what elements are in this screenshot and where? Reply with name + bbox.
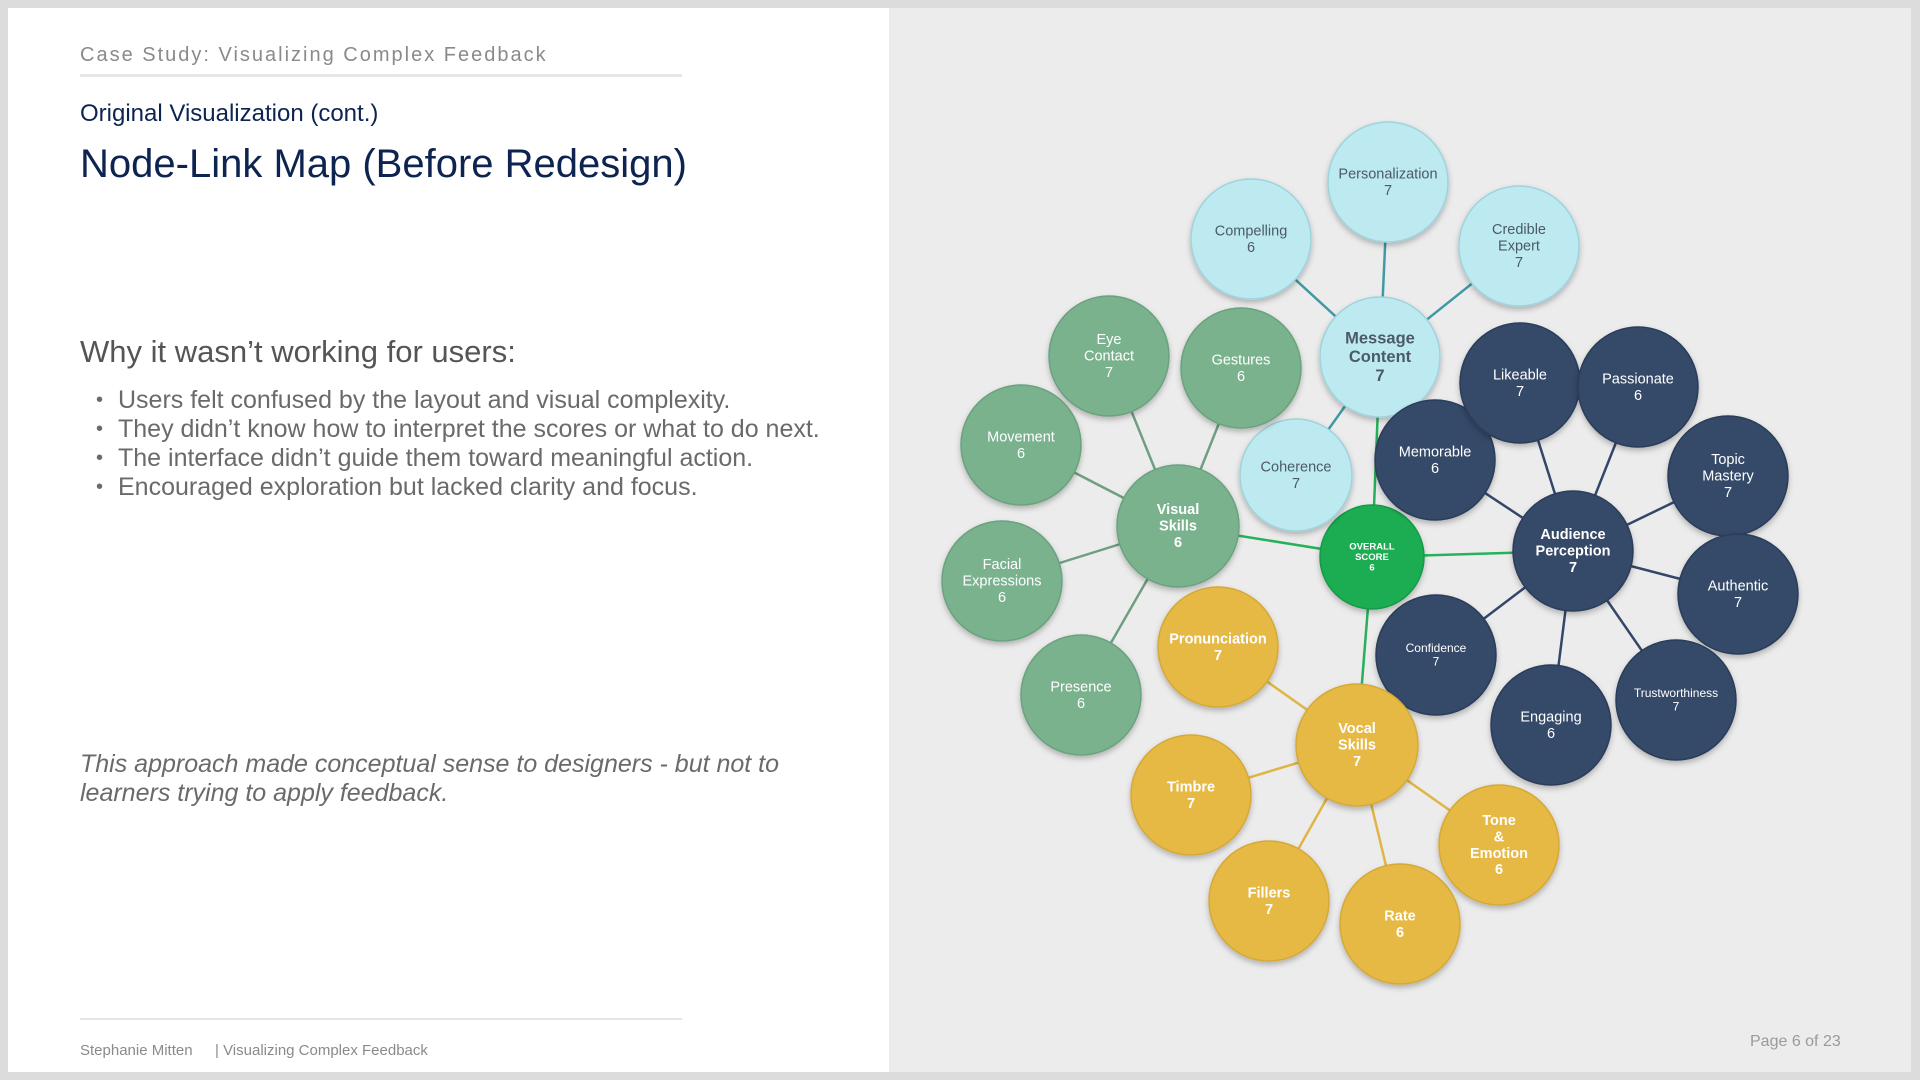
node-name: &: [1494, 829, 1505, 845]
node-name: Fillers: [1248, 885, 1291, 901]
node-score: 6: [1237, 369, 1245, 385]
node-name: SCORE: [1355, 552, 1389, 563]
node-score: 7: [1569, 560, 1577, 576]
node-rate[interactable]: Rate 6: [1339, 863, 1461, 985]
node-score: 7: [1516, 384, 1524, 400]
node-name: Skills: [1338, 738, 1376, 754]
node-trust[interactable]: Trustworthiness 7: [1615, 639, 1737, 761]
node-link-map: OVERALL SCORE 6Message Content 7Personalizat…: [941, 121, 1799, 985]
node-name: Content: [1349, 348, 1412, 366]
node-gestures[interactable]: Gestures 6: [1180, 307, 1302, 429]
node-score: 7: [1724, 485, 1732, 501]
node-name: Presence: [1050, 679, 1111, 695]
node-name: Visual: [1157, 502, 1199, 518]
node-name: Eye: [1097, 332, 1122, 348]
node-personalization[interactable]: Personalization 7: [1327, 121, 1449, 243]
node-passionate[interactable]: Passionate 6: [1577, 326, 1699, 448]
node-credible[interactable]: Credible Expert 7: [1458, 185, 1580, 307]
node-score: 7: [1265, 902, 1273, 918]
node-score: 7: [1353, 754, 1361, 770]
node-name: Authentic: [1708, 578, 1768, 594]
node-score: 6: [1495, 862, 1503, 878]
node-name: Engaging: [1520, 709, 1581, 725]
node-name: Topic: [1711, 452, 1745, 468]
node-name: Tone: [1482, 813, 1516, 829]
node-name: Message: [1345, 330, 1415, 348]
node-score: 6: [1547, 726, 1555, 742]
node-name: Passionate: [1602, 371, 1674, 387]
node-score: 7: [1375, 367, 1384, 385]
node-topic[interactable]: Topic Mastery 7: [1667, 415, 1789, 537]
node-score: 7: [1187, 796, 1195, 812]
node-vocal[interactable]: Vocal Skills 7: [1295, 683, 1419, 807]
node-name: Facial: [983, 557, 1022, 573]
node-name: Vocal: [1338, 721, 1376, 737]
node-score: 7: [1515, 255, 1523, 271]
node-name: Expressions: [963, 574, 1042, 590]
node-name: Memorable: [1399, 444, 1472, 460]
node-score: 6: [1174, 535, 1182, 551]
node-score: 6: [1369, 563, 1374, 574]
node-name: Gestures: [1212, 352, 1271, 368]
node-name: Timbre: [1167, 779, 1215, 795]
node-eye[interactable]: Eye Contact 7: [1048, 295, 1170, 417]
node-name: Emotion: [1470, 846, 1528, 862]
node-visual[interactable]: Visual Skills 6: [1116, 464, 1240, 588]
node-pronunciation[interactable]: Pronunciation 7: [1157, 586, 1279, 708]
node-score: 7: [1433, 655, 1440, 669]
node-score: 6: [1017, 446, 1025, 462]
node-name: Personalization: [1338, 166, 1437, 182]
node-name: Rate: [1384, 908, 1415, 924]
node-message[interactable]: Message Content 7: [1319, 296, 1441, 418]
node-score: 7: [1105, 365, 1113, 381]
node-fillers[interactable]: Fillers 7: [1208, 840, 1330, 962]
node-name: Compelling: [1215, 223, 1288, 239]
node-engaging[interactable]: Engaging 6: [1490, 664, 1612, 786]
node-score: 6: [1431, 461, 1439, 477]
node-name: OVERALL: [1349, 541, 1395, 552]
node-overall[interactable]: OVERALL SCORE 6: [1319, 504, 1425, 610]
node-authentic[interactable]: Authentic 7: [1677, 533, 1799, 655]
node-movement[interactable]: Movement 6: [960, 384, 1082, 506]
nodes-layer: OVERALL SCORE 6Message Content 7Personalizat…: [941, 121, 1799, 985]
node-tone[interactable]: Tone & Emotion 6: [1438, 784, 1560, 906]
node-audience[interactable]: Audience Perception 7: [1512, 490, 1634, 612]
node-score: 7: [1734, 595, 1742, 611]
slide: Case Study: Visualizing Complex Feedback…: [8, 8, 1911, 1072]
node-score: 6: [1247, 240, 1255, 256]
node-name: Likeable: [1493, 367, 1547, 383]
node-score: 6: [1077, 696, 1085, 712]
node-score: 7: [1673, 700, 1680, 714]
node-name: Perception: [1536, 544, 1611, 560]
page-number: Page 6 of 23: [1750, 1033, 1841, 1050]
node-name: Audience: [1540, 527, 1605, 543]
node-score: 7: [1214, 648, 1222, 664]
node-name: Mastery: [1702, 469, 1754, 485]
node-score: 7: [1292, 476, 1300, 492]
node-name: Trustworthiness: [1634, 686, 1718, 700]
node-likeable[interactable]: Likeable 7: [1459, 322, 1581, 444]
node-facial[interactable]: Facial Expressions 6: [941, 520, 1063, 642]
node-name: Expert: [1498, 239, 1540, 255]
node-score: 6: [1634, 388, 1642, 404]
node-presence[interactable]: Presence 6: [1020, 634, 1142, 756]
node-name: Coherence: [1261, 459, 1332, 475]
node-name: Skills: [1159, 519, 1197, 535]
node-score: 6: [998, 590, 1006, 606]
node-score: 6: [1396, 925, 1404, 941]
node-coherence[interactable]: Coherence 7: [1239, 418, 1353, 532]
node-name: Confidence: [1406, 641, 1467, 655]
node-name: Contact: [1084, 349, 1134, 365]
node-score: 7: [1384, 183, 1392, 199]
node-compelling[interactable]: Compelling 6: [1190, 178, 1312, 300]
node-name: Pronunciation: [1169, 631, 1266, 647]
node-name: Credible: [1492, 222, 1546, 238]
node-timbre[interactable]: Timbre 7: [1130, 734, 1252, 856]
node-name: Movement: [987, 429, 1055, 445]
